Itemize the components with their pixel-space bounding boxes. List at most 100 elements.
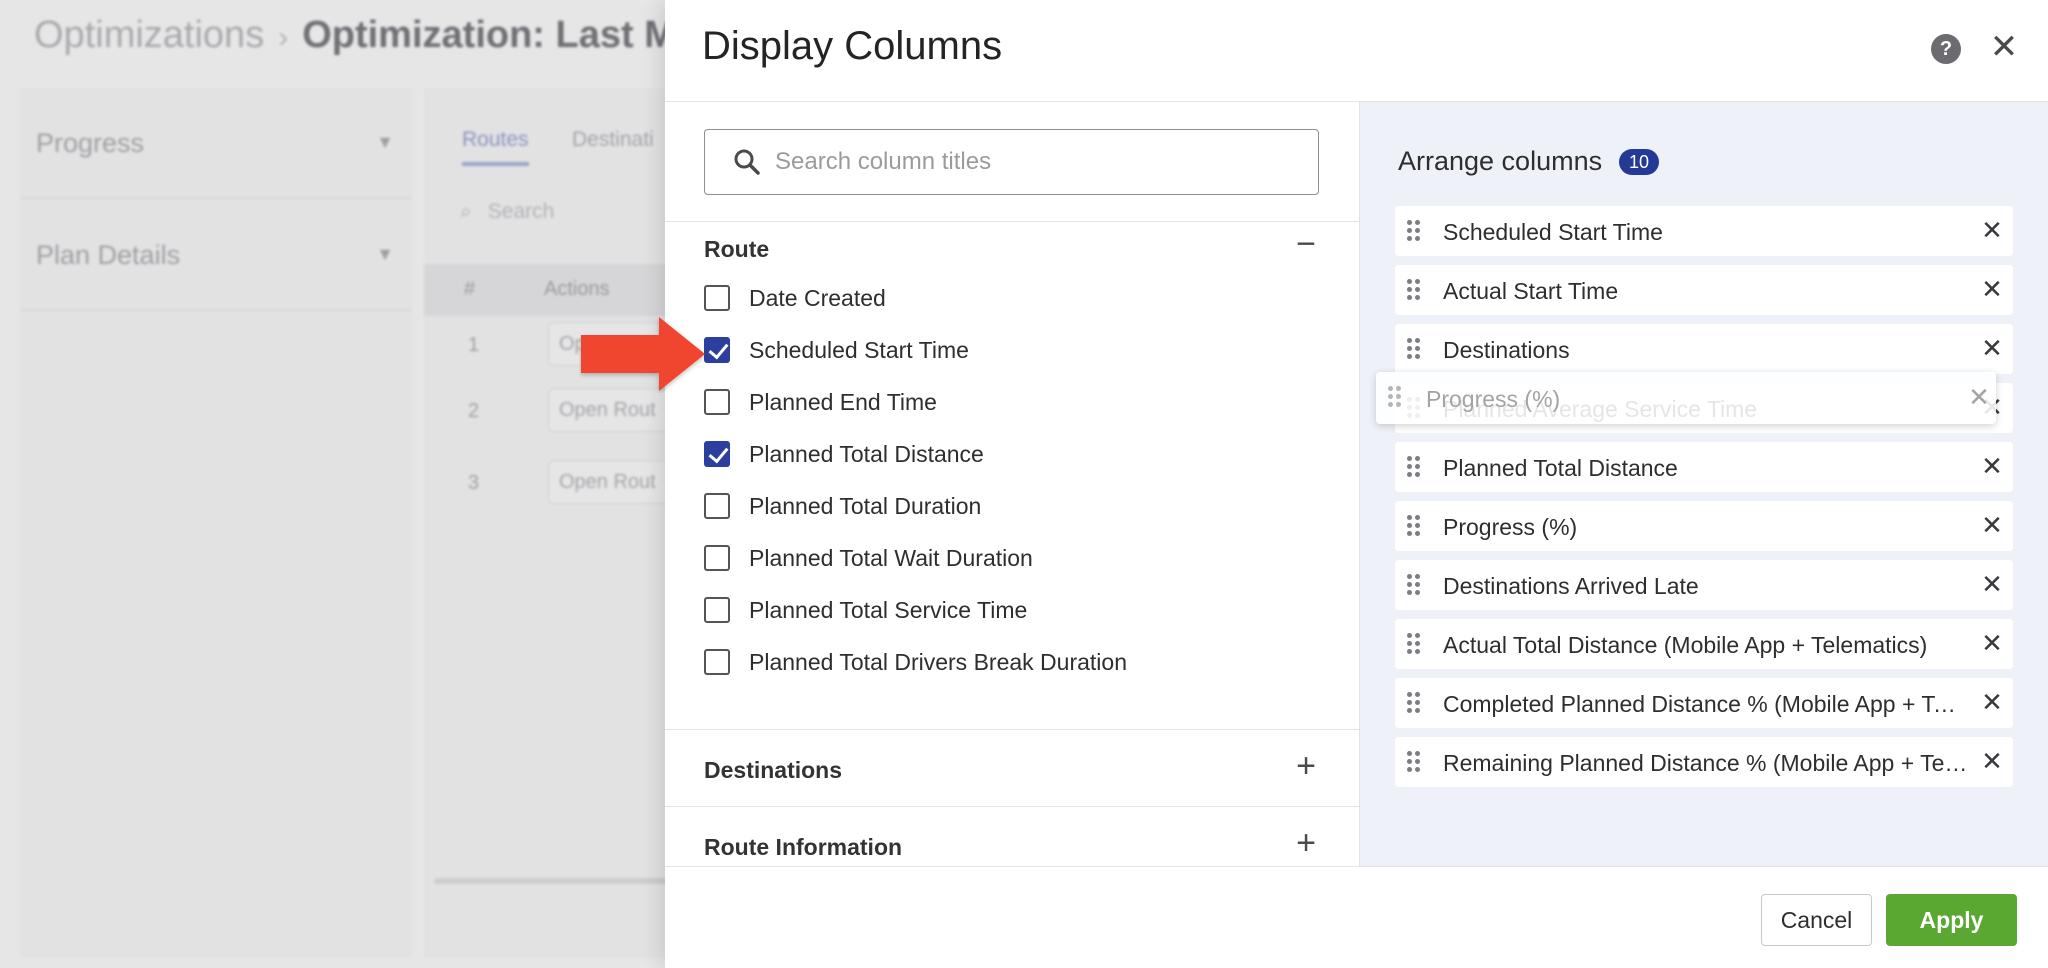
column-item[interactable]: Actual Total Distance (Mobile App + Tele… (1395, 619, 2013, 669)
remove-icon[interactable]: ✕ (1980, 688, 2004, 716)
column-item[interactable]: Progress (%) ✕ (1395, 501, 2013, 551)
group-title-destinations[interactable]: Destinations (704, 757, 842, 784)
divider (20, 198, 412, 199)
breadcrumb: Optimizations › Optimization: Last M (34, 14, 676, 57)
sidebar-item-label: Plan Details (36, 240, 181, 270)
remove-icon[interactable]: ✕ (1980, 570, 2004, 598)
column-search[interactable] (704, 129, 1319, 195)
column-item[interactable]: Planned Total Distance ✕ (1395, 442, 2013, 492)
apply-button[interactable]: Apply (1886, 894, 2017, 946)
drag-handle-icon[interactable] (1388, 386, 1402, 408)
column-item[interactable]: Remaining Planned Distance % (Mobile App… (1395, 737, 2013, 787)
checkbox[interactable] (704, 285, 730, 311)
cancel-button[interactable]: Cancel (1761, 894, 1872, 946)
tab-routes[interactable]: Routes (462, 128, 529, 166)
modal-header: Display Columns ? ✕ (665, 0, 2048, 102)
column-option[interactable]: Planned Total Wait Duration (704, 538, 1033, 578)
column-option-label: Planned Total Duration (749, 492, 982, 519)
drag-handle-icon[interactable] (1407, 574, 1421, 596)
column-item-label: Progress (%) (1426, 386, 1561, 412)
column-item[interactable]: Destinations ✕ (1395, 324, 2013, 374)
checkbox[interactable] (704, 649, 730, 675)
divider (665, 221, 1359, 222)
column-option-label: Date Created (749, 284, 886, 311)
search-icon: ⌕ (460, 200, 472, 223)
sidebar: Progress ▼ Plan Details ▼ (20, 88, 412, 958)
remove-icon[interactable]: ✕ (1967, 383, 1991, 411)
column-item-label: Destinations Arrived Late (1443, 573, 1699, 599)
drag-handle-icon[interactable] (1407, 279, 1421, 301)
horizontal-scrollbar[interactable] (434, 878, 674, 884)
help-icon[interactable]: ? (1931, 34, 1961, 64)
column-item-label: Progress (%) (1443, 514, 1578, 540)
breadcrumb-root[interactable]: Optimizations (34, 14, 264, 56)
close-icon[interactable]: ✕ (1987, 30, 2021, 64)
column-option-label: Planned Total Distance (749, 440, 984, 467)
remove-icon[interactable]: ✕ (1980, 629, 2004, 657)
search-icon (734, 149, 760, 175)
column-header: Actions (544, 278, 610, 300)
column-item[interactable]: Actual Start Time ✕ (1395, 265, 2013, 315)
column-item[interactable]: Destinations Arrived Late ✕ (1395, 560, 2013, 610)
chevron-down-icon: ▼ (376, 244, 394, 264)
column-item-label: Actual Total Distance (Mobile App + Tele… (1443, 632, 1928, 658)
remove-icon[interactable]: ✕ (1980, 334, 2004, 362)
drag-handle-icon[interactable] (1407, 751, 1421, 773)
column-option[interactable]: Planned Total Drivers Break Duration (704, 642, 1127, 682)
drag-handle-icon[interactable] (1407, 456, 1421, 478)
group-title-route[interactable]: Route (704, 236, 769, 263)
checkbox[interactable] (704, 597, 730, 623)
remove-icon[interactable]: ✕ (1980, 275, 2004, 303)
group-title-route-information[interactable]: Route Information (704, 834, 902, 861)
drag-handle-icon[interactable] (1407, 633, 1421, 655)
sidebar-item-plan-details[interactable]: Plan Details ▼ (36, 240, 396, 271)
checkbox-checked[interactable] (704, 441, 730, 467)
checkbox[interactable] (704, 545, 730, 571)
column-option[interactable]: Date Created (704, 278, 886, 318)
column-option-label: Scheduled Start Time (749, 336, 969, 363)
sidebar-item-label: Progress (36, 128, 145, 158)
column-item[interactable]: Completed Planned Distance % (Mobile App… (1395, 678, 2013, 728)
table-search[interactable]: ⌕ Search (460, 200, 554, 224)
drag-handle-icon[interactable] (1407, 338, 1421, 360)
drag-handle-icon[interactable] (1407, 515, 1421, 537)
column-option-label: Planned Total Drivers Break Duration (749, 648, 1127, 675)
dragging-column-item[interactable]: Progress (%) ✕ (1376, 372, 1996, 424)
remove-icon[interactable]: ✕ (1980, 452, 2004, 480)
column-option[interactable]: Planned End Time (704, 382, 937, 422)
column-picker: Route − Date Created Scheduled Start Tim… (581, 102, 1360, 866)
main-panel: Routes Destinati ⌕ Search # Actions 1 Op … (424, 88, 688, 958)
column-item-label: Planned Total Distance (1443, 455, 1678, 481)
arrange-columns-panel: Arrange columns 10 Scheduled Start Time ✕… (1360, 102, 2048, 866)
remove-icon[interactable]: ✕ (1980, 511, 2004, 539)
collapse-icon[interactable]: − (1289, 227, 1323, 263)
column-option[interactable]: Planned Total Service Time (704, 590, 1027, 630)
tab-destinations[interactable]: Destinati (572, 128, 654, 152)
column-option-label: Planned Total Service Time (749, 596, 1028, 623)
column-item[interactable]: Scheduled Start Time ✕ (1395, 206, 2013, 256)
column-item-label: Completed Planned Distance % (Mobile App… (1443, 691, 1968, 717)
column-header: # (464, 278, 476, 300)
annotation-arrow-icon (581, 317, 705, 391)
row-number: 3 (468, 472, 480, 494)
column-option-label: Planned End Time (749, 388, 937, 415)
row-number: 1 (468, 334, 480, 356)
column-option[interactable]: Planned Total Distance (704, 434, 984, 474)
modal-footer: Cancel Apply (665, 866, 2048, 968)
expand-icon[interactable]: + (1289, 826, 1323, 862)
row-number: 2 (468, 400, 480, 422)
remove-icon[interactable]: ✕ (1980, 216, 2004, 244)
search-input[interactable] (775, 142, 1295, 182)
remove-icon[interactable]: ✕ (1980, 747, 2004, 775)
checkbox[interactable] (704, 493, 730, 519)
table-header: # Actions (424, 264, 674, 316)
modal-title: Display Columns (702, 24, 1003, 68)
column-option[interactable]: Scheduled Start Time (704, 330, 969, 370)
drag-handle-icon[interactable] (1407, 220, 1421, 242)
expand-icon[interactable]: + (1289, 749, 1323, 785)
column-count-badge: 10 (1619, 149, 1659, 175)
arrange-columns-title: Arrange columns (1398, 146, 1603, 176)
drag-handle-icon[interactable] (1407, 692, 1421, 714)
column-option[interactable]: Planned Total Duration (704, 486, 981, 526)
sidebar-item-progress[interactable]: Progress ▼ (36, 128, 396, 159)
